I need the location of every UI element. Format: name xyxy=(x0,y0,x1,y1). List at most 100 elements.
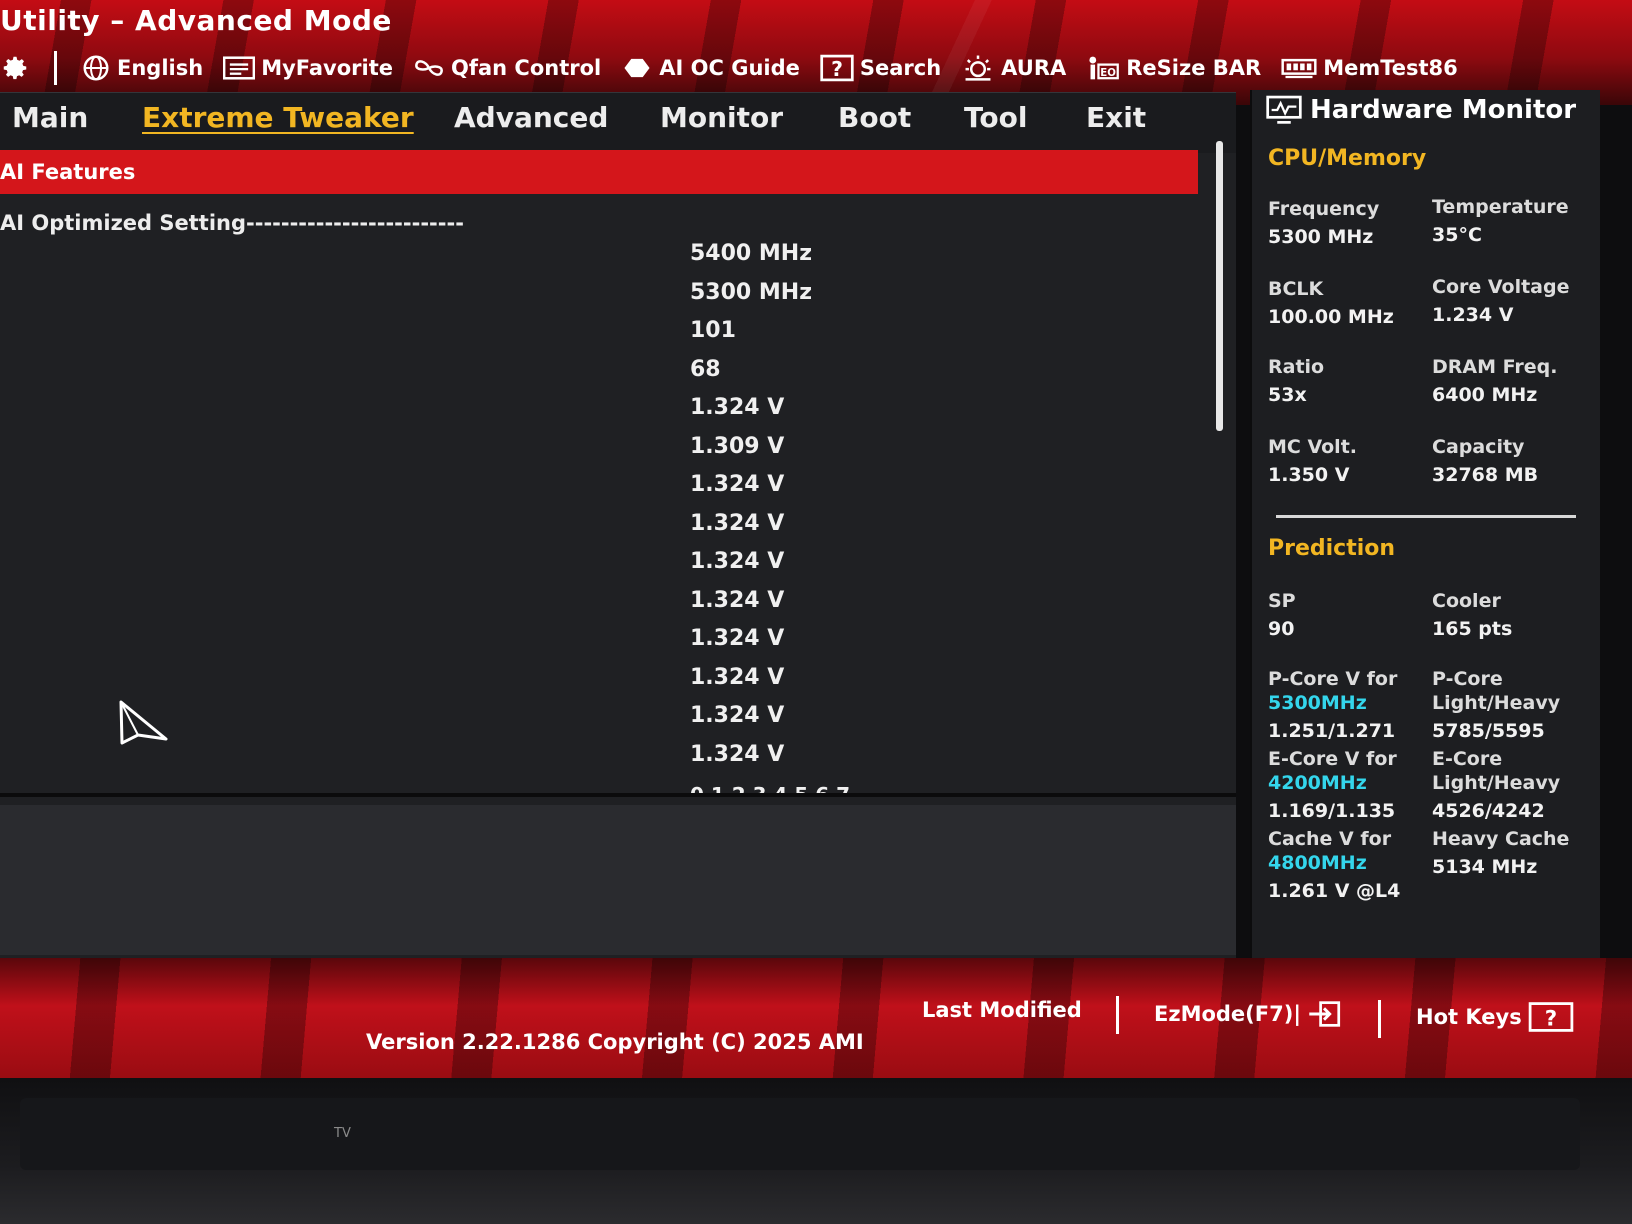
settings-button[interactable] xyxy=(0,53,30,83)
value-row: 1.324 V xyxy=(690,741,785,767)
memtest-button[interactable]: MemTest86 xyxy=(1281,56,1458,80)
last-modified-label: Last Modified xyxy=(922,998,1082,1022)
help-description-area xyxy=(0,805,1236,955)
aura-label: AURA xyxy=(1001,56,1067,80)
myfavorite-button[interactable]: MyFavorite xyxy=(223,55,393,81)
mc-volt-value: 1.350 V xyxy=(1268,464,1350,486)
tab-tool[interactable]: Tool xyxy=(964,101,1027,134)
value-row: 1.324 V xyxy=(690,395,785,420)
tab-advanced[interactable]: Advanced xyxy=(454,101,608,134)
hw-divider xyxy=(1276,515,1576,518)
cache-v-freq: 4800MHz xyxy=(1268,852,1367,874)
value-list: 5400 MHz 5300 MHz 101 68 1.324 V 1.309 V… xyxy=(690,235,910,774)
svg-text:?: ? xyxy=(1544,1007,1556,1032)
pcore-lh-value: 5785/5595 xyxy=(1432,720,1545,742)
content-divider xyxy=(0,793,1236,797)
monitor-stand xyxy=(20,1098,1580,1170)
ratio-value: 53x xyxy=(1268,384,1307,406)
tab-monitor[interactable]: Monitor xyxy=(660,101,783,134)
globe-icon xyxy=(83,55,109,81)
heavy-cache-label: Heavy Cache xyxy=(1432,828,1570,850)
fan-icon xyxy=(415,60,443,76)
hot-keys-label: Hot Keys xyxy=(1416,1005,1522,1029)
aura-button[interactable]: AURA xyxy=(961,54,1066,82)
capacity-value: 32768 MB xyxy=(1432,464,1539,486)
value-row: 101 xyxy=(690,318,736,343)
ezmode-button[interactable]: EzMode(F7)| xyxy=(1154,1000,1341,1028)
mouse-cursor-icon xyxy=(119,700,168,745)
temperature-value: 35°C xyxy=(1432,224,1482,246)
prediction-heading: Prediction xyxy=(1268,536,1396,561)
pcore-v-value: 1.251/1.271 xyxy=(1268,720,1396,742)
cache-v-label: Cache V for xyxy=(1268,828,1392,850)
help-question-icon: ? xyxy=(1528,1002,1573,1032)
ai-oc-guide-button[interactable]: AI OC Guide xyxy=(621,56,800,80)
myfavorite-label: MyFavorite xyxy=(261,56,394,80)
toolbar: English MyFavorite Qfan Control AI OC Gu… xyxy=(0,48,1458,88)
sp-label: SP xyxy=(1268,590,1296,612)
scrollbar[interactable] xyxy=(1216,141,1223,431)
memory-icon xyxy=(1281,58,1317,79)
resize-bar-button[interactable]: EO ReSize BAR xyxy=(1086,54,1261,82)
ecore-lh-label: E-Core xyxy=(1432,748,1503,770)
favorite-list-icon xyxy=(223,56,256,80)
core-voltage-label: Core Voltage xyxy=(1432,276,1570,298)
value-row: 5400 MHz xyxy=(690,241,812,266)
value-row: 1.324 V xyxy=(690,510,785,536)
footer-banner xyxy=(0,958,1632,1078)
ecore-lh-sublabel: Light/Heavy xyxy=(1432,772,1561,794)
value-row: 1.324 V xyxy=(690,549,785,574)
pcore-v-label: P-Core V for xyxy=(1268,668,1398,690)
main-panel: Main Extreme Tweaker Advanced Monitor Bo… xyxy=(0,92,1236,958)
frequency-value: 5300 MHz xyxy=(1268,226,1374,248)
footer-divider xyxy=(1116,996,1119,1034)
last-modified-button[interactable]: Last Modified xyxy=(922,998,1082,1022)
hardware-monitor-label: Hardware Monitor xyxy=(1310,95,1577,125)
qfan-label: Qfan Control xyxy=(451,56,602,80)
section-title: AI Features xyxy=(0,160,136,184)
tv-label: TV xyxy=(334,1126,351,1141)
hardware-monitor-title: Hardware Monitor xyxy=(1266,90,1576,130)
ratio-label: Ratio xyxy=(1268,356,1325,378)
monitor-icon xyxy=(1266,95,1302,124)
value-row: 1.309 V xyxy=(690,433,785,459)
bclk-value: 100.00 MHz xyxy=(1268,306,1394,328)
qfan-control-button[interactable]: Qfan Control xyxy=(413,54,601,82)
tab-boot[interactable]: Boot xyxy=(838,101,911,134)
version-copyright: Version 2.22.1286 Copyright (C) 2025 AMI xyxy=(366,1030,864,1054)
ai-optimized-setting-label: AI Optimized Setting--------------------… xyxy=(0,211,464,235)
aura-light-icon xyxy=(965,55,991,81)
svg-text:?: ? xyxy=(831,57,843,81)
value-row: 68 xyxy=(690,356,721,382)
search-question-icon: ? xyxy=(820,54,854,82)
temperature-label: Temperature xyxy=(1432,196,1569,218)
resize-bar-icon: EO xyxy=(1089,56,1120,80)
ecore-lh-value: 4526/4242 xyxy=(1432,800,1545,822)
cpu-memory-heading: CPU/Memory xyxy=(1268,146,1427,171)
sp-value: 90 xyxy=(1268,618,1295,640)
memtest-label: MemTest86 xyxy=(1323,56,1458,80)
ecore-v-value: 1.169/1.135 xyxy=(1268,800,1396,822)
mc-volt-label: MC Volt. xyxy=(1268,436,1357,458)
ecore-v-freq: 4200MHz xyxy=(1268,772,1367,794)
language-button[interactable]: English xyxy=(81,53,203,83)
menu-bar: Main Extreme Tweaker Advanced Monitor Bo… xyxy=(0,93,1236,153)
tab-main[interactable]: Main xyxy=(12,101,88,134)
core-voltage-value: 1.234 V xyxy=(1432,304,1514,326)
search-button[interactable]: ? Search xyxy=(820,54,941,82)
footer-divider xyxy=(1378,1000,1381,1038)
gear-icon xyxy=(3,56,27,80)
pcore-v-freq: 5300MHz xyxy=(1268,692,1367,714)
value-row: 1.324 V xyxy=(690,664,785,690)
toolbar-divider xyxy=(54,51,57,85)
tab-exit[interactable]: Exit xyxy=(1086,101,1146,134)
ecore-v-label: E-Core V for xyxy=(1268,748,1397,770)
cooler-label: Cooler xyxy=(1432,590,1501,612)
hot-keys-button[interactable]: Hot Keys ? xyxy=(1416,1002,1574,1032)
ai-chip-icon xyxy=(624,58,650,78)
cache-v-value: 1.261 V @L4 xyxy=(1268,880,1401,902)
tab-extreme-tweaker[interactable]: Extreme Tweaker xyxy=(142,101,414,134)
ai-features-item[interactable]: AI Features xyxy=(0,150,1198,194)
capacity-label: Capacity xyxy=(1432,436,1525,458)
window-title: Utility – Advanced Mode xyxy=(0,4,392,37)
